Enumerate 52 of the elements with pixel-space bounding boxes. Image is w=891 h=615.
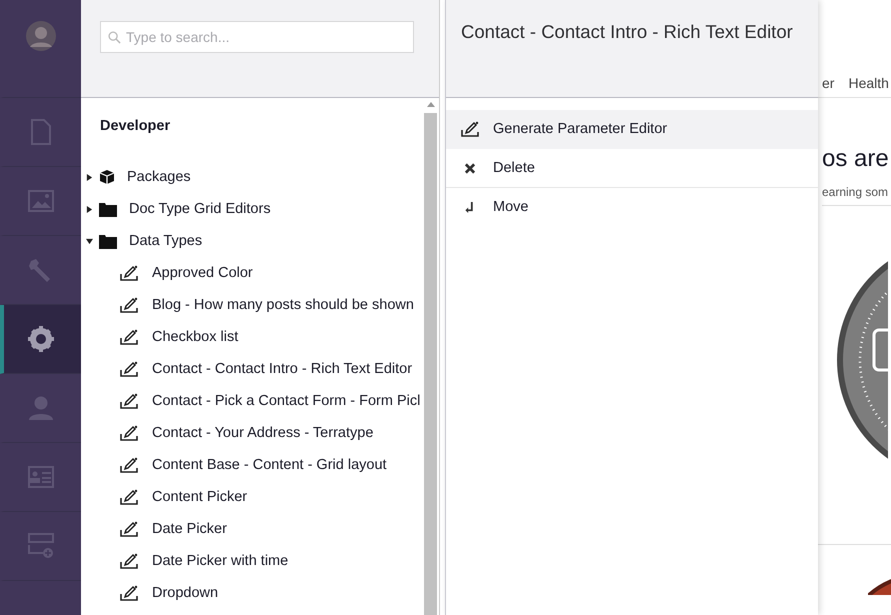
pencil-icon	[120, 489, 138, 505]
pencil-icon	[120, 585, 138, 601]
form-icon	[28, 533, 54, 559]
folder-icon	[99, 234, 117, 248]
folder-icon	[99, 202, 117, 216]
tree-item[interactable]: Date Picker with time	[81, 545, 424, 577]
nav-tab[interactable]: er	[822, 75, 834, 91]
tree-item-label: Doc Type Grid Editors	[129, 201, 271, 217]
pencil-icon	[120, 329, 138, 345]
id-card-icon	[28, 466, 54, 488]
sidebar-section[interactable]	[0, 305, 81, 374]
tree-item[interactable]: Contact - Your Address - Terratype	[81, 417, 424, 449]
package-icon	[99, 169, 115, 185]
pencil-icon	[120, 265, 138, 281]
pencil-icon	[120, 457, 138, 473]
image-icon	[28, 190, 54, 212]
pencil-icon	[120, 521, 138, 537]
scroll-up-icon	[426, 102, 434, 107]
tree-item[interactable]: Content Base - Content - Grid layout	[81, 449, 424, 481]
tree-item[interactable]: Packages	[81, 161, 424, 193]
menu-item[interactable]: Delete	[446, 149, 818, 188]
tree-title: Developer	[99, 118, 172, 134]
tree-item[interactable]: Blog - How many posts should be shown	[81, 289, 424, 321]
search-icon	[108, 31, 121, 44]
tree-item[interactable]: Doc Type Grid Editors	[81, 193, 424, 225]
panel-title: Contact - Contact Intro - Rich Text Editor	[461, 21, 794, 43]
pencil-icon	[120, 297, 138, 313]
tree-item-label: Data Types	[129, 233, 202, 249]
tree-item[interactable]: Checkbox list	[81, 321, 424, 353]
tree-item[interactable]: Date Picker	[81, 513, 424, 545]
pencil-icon	[120, 393, 138, 409]
avatar-icon	[24, 20, 56, 52]
person-icon	[28, 395, 54, 421]
gear-icon	[28, 326, 54, 352]
menu-item[interactable]: Move	[446, 188, 818, 227]
tree-item[interactable]: Contact - Pick a Contact Form - Form Picl	[81, 385, 424, 417]
page-text: earning som	[822, 185, 891, 206]
pencil-icon	[120, 425, 138, 441]
tree-item[interactable]: Content Picker	[81, 481, 424, 513]
menu-item[interactable]: Generate Parameter Editor	[446, 110, 818, 149]
nav-tab[interactable]: Health	[848, 75, 889, 91]
tree-item[interactable]: Approved Color	[81, 257, 424, 289]
page-heading: os are	[822, 145, 890, 173]
search-field[interactable]: Type to search...	[100, 21, 414, 53]
pencil-icon	[120, 553, 138, 569]
tree-item[interactable]: Data Types	[81, 225, 424, 257]
tree-item[interactable]: Dropdown	[81, 577, 424, 609]
pencil-icon	[461, 121, 479, 137]
tree-item-label: Packages	[127, 169, 191, 185]
document-icon	[30, 119, 50, 145]
tree-item[interactable]: Contact - Contact Intro - Rich Text Editor	[81, 353, 424, 385]
pencil-icon	[120, 361, 138, 377]
